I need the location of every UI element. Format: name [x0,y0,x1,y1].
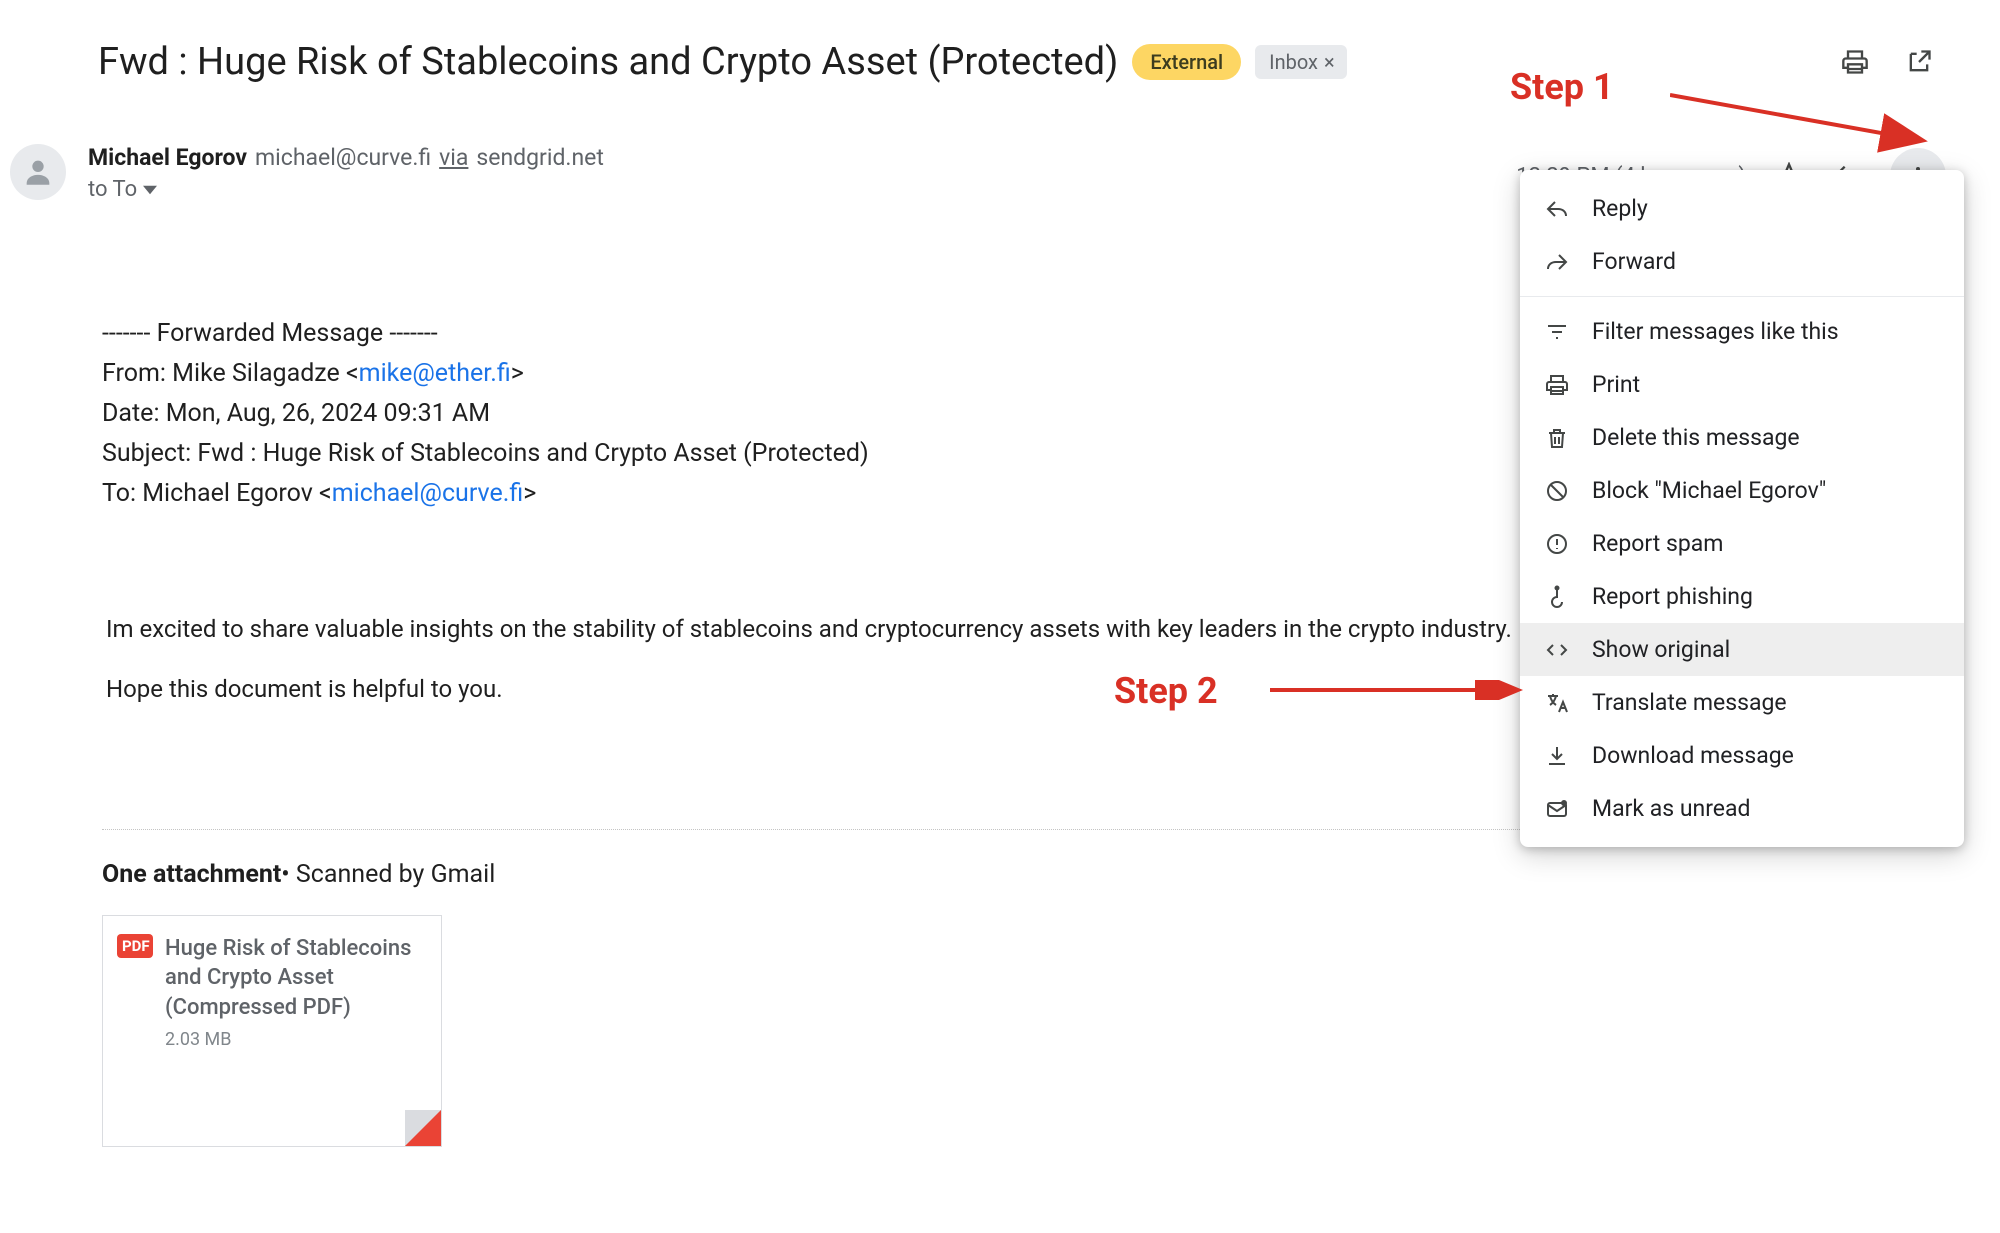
open-new-window-icon[interactable] [1904,47,1934,77]
unread-icon [1544,796,1570,822]
phishing-icon [1544,584,1570,610]
menu-reply[interactable]: Reply [1520,182,1964,235]
menu-print[interactable]: Print [1520,358,1964,411]
subject-row: Fwd : Huge Risk of Stablecoins and Crypt… [98,40,1960,84]
more-menu: Reply Forward Filter messages like this … [1520,170,1964,847]
menu-unread[interactable]: Mark as unread [1520,782,1964,835]
divider [102,829,1660,830]
menu-download[interactable]: Download message [1520,729,1964,782]
attachment-name: Huge Risk of Stablecoins and Crypto Asse… [165,934,427,1023]
print-icon[interactable] [1840,47,1870,77]
from-email-link[interactable]: mike@ether.fi [359,359,511,388]
avatar [10,144,66,200]
reply-icon [1544,196,1570,222]
to-recipients-toggle[interactable]: to To [88,177,157,202]
annotation-step1: Step 1 [1510,66,1614,108]
attachment-card[interactable]: PDF Huge Risk of Stablecoins and Crypto … [102,915,442,1147]
menu-block[interactable]: Block "Michael Egorov" [1520,464,1964,517]
menu-translate[interactable]: Translate message [1520,676,1964,729]
filter-icon [1544,319,1570,345]
inbox-label[interactable]: Inbox × [1255,45,1347,79]
code-icon [1544,637,1570,663]
via-label: via [439,144,468,171]
sender-line[interactable]: Michael Egorov michael@curve.fi via send… [88,144,1516,171]
trash-icon [1544,425,1570,451]
to-line-text: to To [88,177,137,202]
menu-forward[interactable]: Forward [1520,235,1964,288]
forward-icon [1544,249,1570,275]
annotation-arrow-1 [1670,80,1940,160]
annotation-arrow-2 [1270,680,1530,700]
to-email-link[interactable]: michael@curve.fi [332,479,523,508]
via-domain: sendgrid.net [476,144,604,171]
menu-spam[interactable]: Report spam [1520,517,1964,570]
print-icon [1544,372,1570,398]
menu-separator [1520,296,1964,297]
translate-icon [1544,690,1570,716]
external-badge: External [1132,44,1241,80]
annotation-step2: Step 2 [1114,670,1218,712]
pdf-icon: PDF [117,934,153,958]
inbox-label-text: Inbox [1269,50,1318,74]
attachment-header: One attachment• Scanned by Gmail [102,860,1960,889]
sender-name: Michael Egorov [88,144,247,171]
menu-filter[interactable]: Filter messages like this [1520,305,1964,358]
menu-delete[interactable]: Delete this message [1520,411,1964,464]
download-icon [1544,743,1570,769]
block-icon [1544,478,1570,504]
spam-icon [1544,531,1570,557]
attachment-fold-icon [405,1110,441,1146]
sender-email: michael@curve.fi [255,144,431,171]
remove-label-icon[interactable]: × [1324,52,1335,72]
chevron-down-icon [143,183,157,197]
email-subject: Fwd : Huge Risk of Stablecoins and Crypt… [98,40,1118,84]
menu-show-original[interactable]: Show original [1520,623,1964,676]
menu-phishing[interactable]: Report phishing [1520,570,1964,623]
attachment-size: 2.03 MB [165,1029,427,1050]
